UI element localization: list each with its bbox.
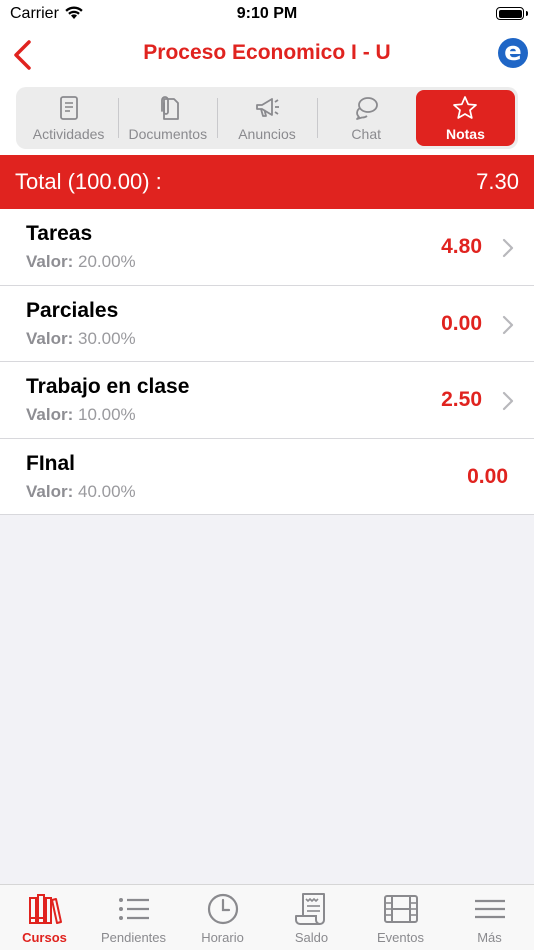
bottom-tab-saldo-label: Saldo [294, 930, 329, 945]
menu-icon [474, 899, 505, 919]
bottom-tab-saldo[interactable]: Saldo [267, 885, 356, 950]
paperclip-document-icon [160, 95, 179, 120]
chat-bubbles-icon [356, 96, 379, 120]
weight-label: Valor: [26, 252, 74, 271]
bottom-tab-cursos-label: Cursos [22, 930, 67, 945]
grade-score: 0.00 [467, 464, 508, 488]
bottom-tab-bar: Cursos Pendientes Horario Saldo Eventos … [0, 884, 534, 950]
books-icon [28, 894, 62, 924]
tab-chat[interactable]: Chat [316, 90, 416, 146]
weight-label: Valor: [26, 405, 74, 424]
total-label: Total (100.00) : [15, 169, 162, 194]
back-chevron-icon[interactable] [10, 38, 36, 72]
bottom-tab-eventos-label: Eventos [377, 930, 424, 945]
weight-label: Valor: [26, 328, 74, 348]
document-icon [59, 95, 78, 120]
tab-anuncios[interactable]: Anuncios [217, 90, 316, 146]
bottom-tab-eventos[interactable]: Eventos [356, 885, 445, 950]
tab-notas[interactable]: Notas [415, 90, 516, 146]
grade-category-name: Parciales [26, 298, 119, 322]
grade-score: 4.80 [441, 235, 482, 258]
bottom-tab-mas-label: Más [477, 930, 502, 945]
chevron-right-icon [502, 391, 514, 411]
film-strip-icon [383, 895, 418, 923]
list-icon [118, 898, 149, 920]
status-time: 9:10 PM [236, 5, 298, 22]
page-title: Proceso Economico I - U [143, 41, 391, 64]
grade-weight: Valor: 20.00% [26, 252, 136, 272]
grade-row-final: FInal Valor: 40.00% 0.00 [0, 438, 534, 515]
tab-anuncios-label: Anuncios [238, 125, 296, 142]
grade-category-name: Trabajo en clase [26, 375, 190, 398]
weight-value: 30.00% [77, 328, 136, 348]
grade-weight: Valor: 30.00% [26, 329, 136, 349]
total-value: 7.30 [476, 169, 519, 194]
weight-value: 20.00% [77, 252, 136, 271]
grade-score: 0.00 [441, 311, 482, 335]
grade-score: 2.50 [441, 388, 482, 411]
section-tabs: Actividades Documentos Anuncios Chat Not… [16, 87, 518, 149]
battery-icon [496, 7, 528, 20]
status-bar: Carrier 9:10 PM [0, 0, 534, 28]
total-summary-bar: Total (100.00) : 7.30 [0, 155, 534, 209]
navigation-bar: Proceso Economico I - U e [0, 28, 534, 82]
clock-icon [207, 893, 238, 925]
tab-documentos-label: Documentos [128, 125, 208, 142]
grade-category-name: FInal [26, 451, 76, 475]
grade-row-tareas[interactable]: Tareas Valor: 20.00% 4.80 [0, 209, 534, 286]
star-icon [453, 95, 478, 119]
megaphone-icon [256, 97, 279, 117]
tab-documentos[interactable]: Documentos [118, 90, 217, 146]
bottom-tab-horario-label: Horario [201, 930, 244, 945]
grade-row-trabajo-en-clase[interactable]: Trabajo en clase Valor: 10.00% 2.50 [0, 362, 534, 439]
weight-label: Valor: [26, 481, 74, 501]
bottom-tab-cursos[interactable]: Cursos [0, 885, 89, 950]
grade-weight: Valor: 40.00% [26, 482, 136, 502]
tab-notas-label: Notas [445, 125, 485, 142]
receipt-icon [294, 893, 325, 925]
grade-category-name: Tareas [26, 222, 93, 245]
grade-category-list: Tareas Valor: 20.00% 4.80 Parciales Valo… [0, 209, 534, 515]
grade-weight: Valor: 10.00% [26, 405, 136, 425]
grade-row-parciales[interactable]: Parciales Valor: 30.00% 0.00 [0, 285, 534, 362]
tab-actividades-label: Actividades [32, 125, 105, 142]
chevron-right-icon [502, 238, 514, 258]
bottom-tab-pendientes-label: Pendientes [100, 930, 167, 945]
section-tabs-container: Actividades Documentos Anuncios Chat Not… [0, 82, 534, 155]
tab-chat-label: Chat [351, 125, 381, 142]
brand-logo-icon[interactable]: e [498, 38, 528, 68]
bottom-tab-pendientes[interactable]: Pendientes [89, 885, 178, 950]
weight-value: 40.00% [77, 481, 136, 501]
bottom-tab-horario[interactable]: Horario [178, 885, 267, 950]
weight-value: 10.00% [77, 405, 136, 424]
bottom-tab-mas[interactable]: Más [445, 885, 534, 950]
chevron-right-icon [502, 315, 514, 334]
tab-actividades[interactable]: Actividades [19, 90, 118, 146]
